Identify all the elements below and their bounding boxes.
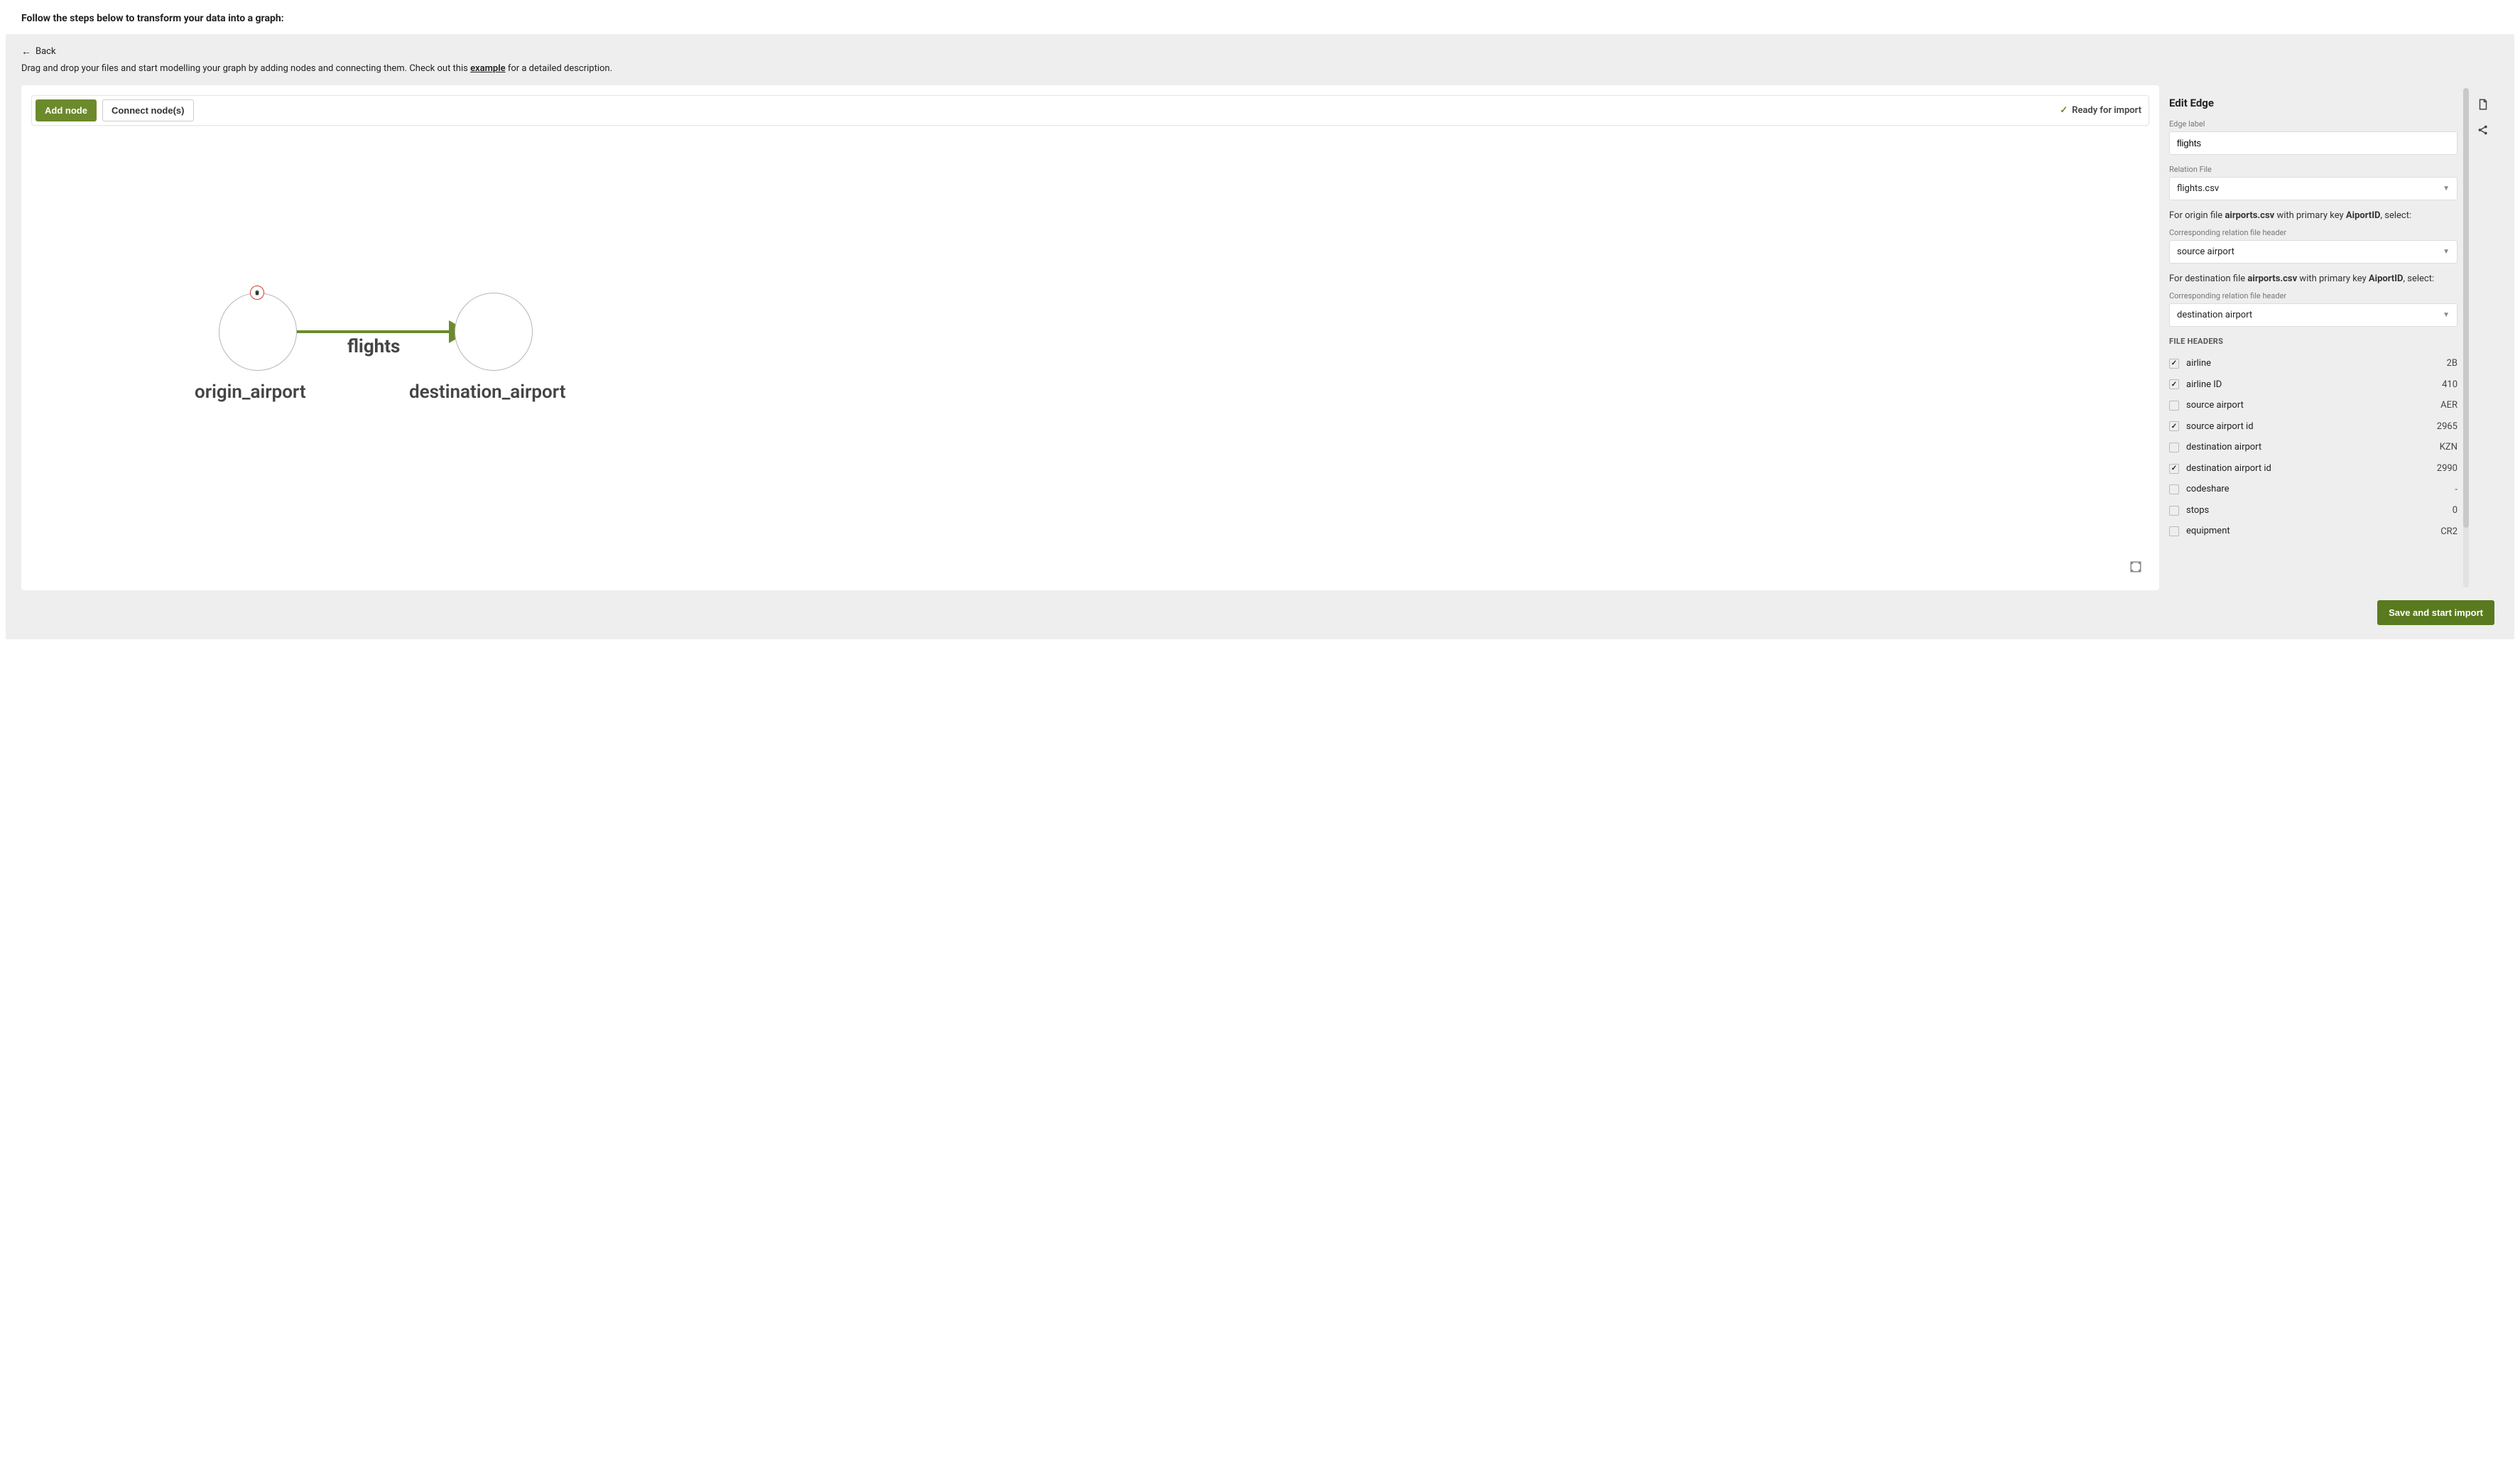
header-checkbox[interactable] xyxy=(2169,506,2179,516)
file-header-row: source airport id 2965 xyxy=(2169,416,2457,438)
header-name: destination airport xyxy=(2186,441,2261,454)
example-link[interactable]: example xyxy=(470,63,506,74)
header-checkbox[interactable] xyxy=(2169,401,2179,411)
instructions-text: Drag and drop your files and start model… xyxy=(21,63,2499,74)
chevron-down-icon: ▼ xyxy=(2443,311,2450,319)
node-origin-label: origin_airport xyxy=(195,381,306,403)
header-checkbox[interactable] xyxy=(2169,464,2179,474)
header-name: airline ID xyxy=(2186,379,2222,391)
back-link[interactable]: ← Back xyxy=(21,45,2499,58)
node-destination[interactable] xyxy=(455,293,533,371)
origin-header-select[interactable]: source airport ▼ xyxy=(2169,240,2457,264)
origin-corr-label: Corresponding relation file header xyxy=(2169,228,2457,237)
header-name: destination airport id xyxy=(2186,462,2271,475)
origin-helper: For origin file airports.csv with primar… xyxy=(2169,210,2457,221)
chevron-down-icon: ▼ xyxy=(2443,248,2450,256)
fit-view-icon[interactable] xyxy=(2129,560,2142,573)
relation-file-label: Relation File xyxy=(2169,165,2457,174)
file-header-row: destination airport id 2990 xyxy=(2169,458,2457,479)
edge-label-input[interactable] xyxy=(2169,131,2457,155)
canvas-panel: Add node Connect node(s) ✓ Ready for imp… xyxy=(21,85,2159,590)
header-sample-value: 410 xyxy=(2442,379,2457,390)
back-label: Back xyxy=(36,46,56,57)
header-name: codeshare xyxy=(2186,483,2230,496)
canvas-toolbar: Add node Connect node(s) ✓ Ready for imp… xyxy=(31,95,2149,126)
file-headers-heading: FILE HEADERS xyxy=(2169,337,2457,346)
file-header-row: stops 0 xyxy=(2169,500,2457,521)
edge-label-field-label: Edge label xyxy=(2169,119,2457,129)
file-header-row: equipment CR2 xyxy=(2169,521,2457,542)
header-sample-value: 2990 xyxy=(2437,463,2457,474)
file-header-row: airline ID 410 xyxy=(2169,374,2457,396)
edge-line[interactable] xyxy=(297,330,455,333)
header-sample-value: 0 xyxy=(2453,505,2457,516)
connect-nodes-button[interactable]: Connect node(s) xyxy=(102,99,194,121)
edit-edge-panel: Edit Edge Edge label Relation File fligh… xyxy=(2159,85,2467,590)
header-name: equipment xyxy=(2186,525,2230,538)
share-icon[interactable] xyxy=(2477,124,2489,136)
file-header-row: airline 2B xyxy=(2169,353,2457,374)
header-checkbox[interactable] xyxy=(2169,379,2179,389)
scrollbar-thumb[interactable] xyxy=(2463,88,2469,528)
node-destination-label: destination_airport xyxy=(409,381,565,403)
dest-header-select[interactable]: destination airport ▼ xyxy=(2169,303,2457,327)
add-node-button[interactable]: Add node xyxy=(36,99,97,121)
file-header-row: source airport AER xyxy=(2169,395,2457,416)
page-title: Follow the steps below to transform your… xyxy=(0,0,2520,34)
file-icon[interactable] xyxy=(2477,98,2489,111)
header-name: stops xyxy=(2186,504,2209,517)
save-start-import-button[interactable]: Save and start import xyxy=(2377,600,2494,625)
header-checkbox[interactable] xyxy=(2169,359,2179,369)
dest-helper: For destination file airports.csv with p… xyxy=(2169,273,2457,284)
header-sample-value: AER xyxy=(2440,400,2457,411)
header-checkbox[interactable] xyxy=(2169,443,2179,452)
header-sample-value: 2B xyxy=(2447,358,2457,369)
ready-status: ✓ Ready for import xyxy=(2060,105,2141,116)
header-sample-value: KZN xyxy=(2440,442,2457,452)
trash-icon xyxy=(254,289,261,296)
header-sample-value: CR2 xyxy=(2440,526,2457,537)
file-header-row: destination airport KZN xyxy=(2169,437,2457,458)
header-name: source airport xyxy=(2186,399,2244,412)
chevron-down-icon: ▼ xyxy=(2443,185,2450,192)
scrollbar[interactable] xyxy=(2463,88,2469,587)
delete-node-button[interactable] xyxy=(250,286,264,300)
arrow-left-icon: ← xyxy=(21,45,31,58)
header-sample-value: - xyxy=(2455,484,2457,495)
header-sample-value: 2965 xyxy=(2437,421,2457,432)
file-headers-list: airline2Bairline ID410source airportAERs… xyxy=(2169,353,2457,542)
dest-corr-label: Corresponding relation file header xyxy=(2169,291,2457,300)
graph-canvas[interactable]: flights origin_airport destination_airpo… xyxy=(31,126,2149,580)
node-origin[interactable] xyxy=(219,293,297,371)
header-checkbox[interactable] xyxy=(2169,484,2179,494)
right-rail xyxy=(2467,85,2499,590)
header-name: airline xyxy=(2186,357,2211,370)
header-checkbox[interactable] xyxy=(2169,526,2179,536)
file-header-row: codeshare - xyxy=(2169,479,2457,500)
relation-file-select[interactable]: flights.csv ▼ xyxy=(2169,177,2457,200)
check-icon: ✓ xyxy=(2060,105,2068,116)
header-checkbox[interactable] xyxy=(2169,421,2179,431)
edge-label: flights xyxy=(347,336,400,357)
header-name: source airport id xyxy=(2186,421,2254,433)
panel-title: Edit Edge xyxy=(2169,97,2457,109)
